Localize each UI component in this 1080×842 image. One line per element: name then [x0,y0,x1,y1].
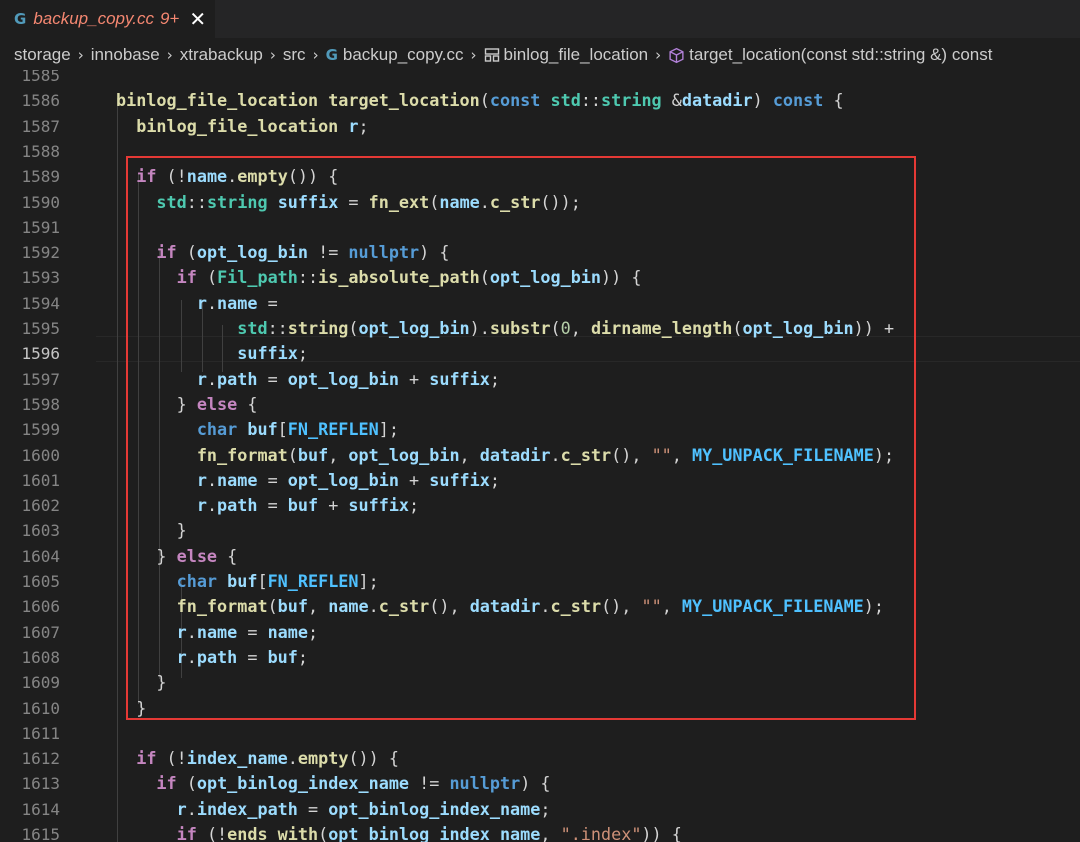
breadcrumb-src[interactable]: src [283,45,306,65]
breadcrumb-innobase[interactable]: innobase [91,45,160,65]
breadcrumb-file[interactable]: backup_copy.cc [343,45,464,65]
code-line: binlog_file_location r; [136,115,369,136]
line-number: 1591 [21,217,60,237]
line-number: 1614 [21,799,60,819]
breadcrumb-struct[interactable]: binlog_file_location [504,45,649,65]
line-number: 1603 [21,521,60,541]
code-line: if (opt_binlog_index_name != nullptr) { [156,773,551,794]
annotation-highlight-box [126,156,916,720]
struct-icon [484,48,499,62]
problems-badge: 9+ [159,9,180,28]
close-icon[interactable]: ✕ [189,7,206,31]
code-line: if (!index_name.empty()) { [136,748,399,769]
line-number: 1610 [21,698,60,718]
line-number: 1595 [21,319,60,338]
code-editor[interactable]: 1585 1586 1587 1588 1589 1590 1591 1592 1593 1594… [0,70,1080,842]
line-number: 1604 [21,546,60,566]
line-number: 1593 [21,268,60,288]
code-line: binlog_file_location target_location(con… [116,90,844,111]
code-line: if (!ends_with(opt_binlog_index_name, ".… [176,824,682,842]
line-number: 1611 [21,723,60,743]
chevron-right-icon: › [166,46,173,64]
line-number: 1606 [21,597,60,617]
line-number: 1594 [21,293,60,313]
method-cube-icon [669,47,684,63]
line-number: 1598 [21,394,60,414]
breadcrumb: storage › innobase › xtrabackup › src › … [0,38,1080,72]
breadcrumb-storage[interactable]: storage [14,45,71,65]
chevron-right-icon: › [77,46,84,64]
code-line: r.index_path = opt_binlog_index_name; [176,798,551,819]
line-number: 1613 [21,774,60,794]
line-number: 1596 [21,344,60,364]
line-number: 1589 [21,167,60,187]
line-number: 1607 [21,622,60,642]
chevron-right-icon: › [470,46,477,64]
line-number: 1590 [21,192,60,212]
line-number: 1597 [21,369,60,389]
breadcrumb-xtrabackup[interactable]: xtrabackup [180,45,263,65]
line-number: 1586 [21,91,60,111]
line-number: 1588 [21,141,60,161]
line-number: 1602 [21,496,60,516]
line-number: 1601 [21,470,60,490]
chevron-right-icon: › [312,46,319,64]
tab-filename: backup_copy.cc [33,9,154,28]
line-number: 1612 [21,749,60,769]
chevron-right-icon: › [269,46,276,64]
line-number: 1585 [21,70,60,85]
cpp-file-icon: G [14,10,27,28]
line-number: 1608 [21,647,60,667]
line-number: 1599 [21,420,60,440]
chevron-right-icon: › [655,46,662,64]
breadcrumb-method[interactable]: target_location(const std::string &) con… [689,45,992,65]
editor-tab-backup-copy[interactable]: G backup_copy.cc 9+ ✕ [0,0,215,38]
line-number: 1615 [21,825,60,842]
line-number: 1600 [21,445,60,465]
line-number: 1609 [21,673,60,693]
cpp-file-icon: G [325,46,338,64]
line-number: 1592 [21,243,60,263]
tab-bar: G backup_copy.cc 9+ ✕ [0,0,1080,38]
line-number: 1605 [21,572,60,591]
line-number: 1587 [21,116,60,136]
